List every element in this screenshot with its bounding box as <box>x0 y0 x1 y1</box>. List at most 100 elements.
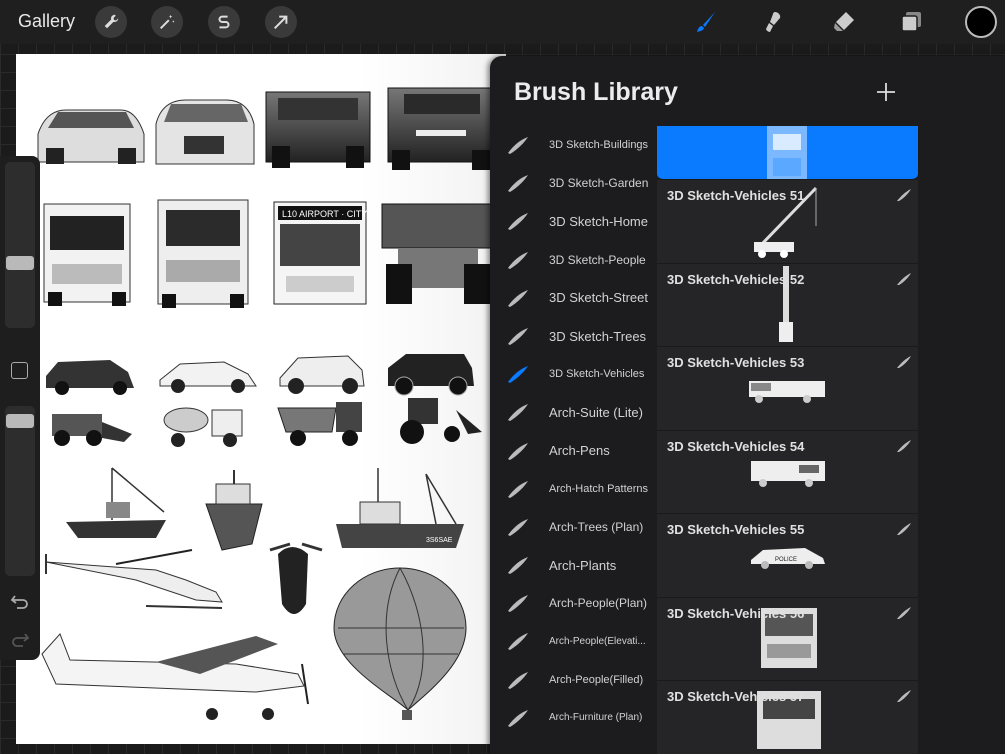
gallery-button[interactable]: Gallery <box>18 11 75 32</box>
sedan-front-sketch <box>155 99 255 165</box>
brush-set-label: Arch-Plants <box>549 557 617 573</box>
opacity-slider[interactable] <box>5 406 35 576</box>
truck-front-sketch-2 <box>157 199 249 308</box>
add-brush-button[interactable] <box>874 80 898 104</box>
brush-library-panel: Brush Library 3D Sketch-Buildings 3D Ske… <box>490 56 1005 754</box>
smudge-tool-button[interactable] <box>758 6 790 38</box>
patrol-boat-sketch <box>205 470 263 551</box>
brush-set-item-active[interactable]: 3D Sketch-Vehicles <box>490 355 658 393</box>
brush-set-item[interactable]: 3D Sketch-Home <box>490 202 658 240</box>
brush-stroke-icon <box>508 518 528 536</box>
brush-item[interactable]: 3D Sketch-Vehicles 56 <box>657 597 918 681</box>
transform-button[interactable] <box>265 6 297 38</box>
brush-set-label: 3D Sketch-Vehicles <box>549 368 645 381</box>
brush-set-label: Arch-Pens <box>549 443 610 459</box>
brush-stroke-icon <box>508 137 528 154</box>
brush-stroke-icon <box>508 480 528 498</box>
brush-set-label: Arch-Suite (Lite) <box>549 404 643 420</box>
layers-button[interactable] <box>896 6 928 38</box>
brush-name: 3D Sketch-Vehicles 54 <box>667 438 805 454</box>
brush-stroke-icon <box>897 189 911 201</box>
brush-item[interactable]: 3D Sketch-Vehicles 57 <box>657 681 918 754</box>
brush-set-label: 3D Sketch-Trees <box>549 328 647 344</box>
brush-stroke-icon <box>508 671 528 689</box>
brush-item[interactable]: 3D Sketch-Vehicles 53 <box>657 347 918 431</box>
brush-set-item[interactable]: Arch-Suite (Lite) <box>490 393 658 431</box>
brush-item-selected[interactable] <box>657 126 918 180</box>
brush-stroke-icon <box>897 606 911 619</box>
brush-tool-button[interactable] <box>690 6 722 38</box>
brush-size-thumb[interactable] <box>6 256 34 270</box>
brush-set-item[interactable]: Arch-People(Elevati... <box>490 622 658 660</box>
brush-set-label: 3D Sketch-Garden <box>549 176 649 191</box>
brush-set-item[interactable]: Arch-Trees (Plan) <box>490 508 658 546</box>
vehicle-sketches-artwork: L10 AIRPORT · CITY CENTER 3S6SAE <box>37 87 495 720</box>
layers-icon <box>901 12 921 32</box>
opacity-thumb[interactable] <box>6 414 34 428</box>
eraser-tool-button[interactable] <box>828 6 860 38</box>
brush-set-item[interactable]: 3D Sketch-Trees <box>490 317 658 355</box>
brush-stroke-icon <box>508 404 528 422</box>
eraser-icon <box>834 12 854 31</box>
brush-name: 3D Sketch-Vehicles 51 <box>667 188 805 203</box>
selection-s-icon <box>218 15 230 29</box>
brush-set-item[interactable]: 3D Sketch-Garden <box>490 164 658 202</box>
brush-set-item[interactable]: Arch-Hatch Patterns <box>490 470 658 508</box>
brush-stroke-icon <box>897 523 911 535</box>
brush-set-item[interactable]: Arch-Plants <box>490 546 658 584</box>
brush-stroke-icon <box>508 595 528 613</box>
limousine-side-sketch <box>46 360 134 395</box>
adjustments-button[interactable] <box>151 6 183 38</box>
brush-set-item[interactable]: Arch-Pens <box>490 432 658 470</box>
wrench-icon <box>104 14 119 29</box>
redo-icon[interactable] <box>9 628 31 650</box>
hummer-side-sketch <box>388 354 474 396</box>
actions-button[interactable] <box>95 6 127 38</box>
top-toolbar: Gallery <box>0 0 1005 44</box>
brush-icon <box>697 12 715 32</box>
brush-item[interactable]: 3D Sketch-Vehicles 51 <box>657 180 918 264</box>
brush-set-item[interactable]: Arch-People(Filled) <box>490 661 658 699</box>
humvee-sketch <box>265 91 371 168</box>
brush-stroke-preview <box>767 126 807 179</box>
brush-stroke-icon <box>897 439 911 452</box>
color-picker-button[interactable] <box>965 6 997 38</box>
concrete-mixer-sketch <box>163 407 243 447</box>
police-label: POLICE <box>775 557 797 563</box>
modify-square-icon[interactable] <box>11 362 28 379</box>
brush-stroke-icon <box>897 690 911 702</box>
brush-set-item[interactable]: 3D Sketch-Street <box>490 279 658 317</box>
brush-set-item[interactable]: Arch-Furniture (Plan) <box>490 699 658 737</box>
truck-front-sketch-1 <box>43 203 131 306</box>
selection-button[interactable] <box>208 6 240 38</box>
brush-set-label: Arch-Hatch Patterns <box>549 482 649 495</box>
smudge-icon <box>766 12 781 32</box>
brush-set-list: 3D Sketch-Buildings 3D Sketch-Garden 3D … <box>490 126 658 737</box>
brush-size-slider[interactable] <box>5 162 35 328</box>
brush-set-item[interactable]: 3D Sketch-People <box>490 241 658 279</box>
brush-set-item[interactable]: Arch-People(Plan) <box>490 584 658 622</box>
fire-engine-preview <box>749 381 825 403</box>
helicopter-sketch <box>45 549 223 609</box>
fishing-boat-sketch-1 <box>66 467 166 538</box>
brush-list: 3D Sketch-Vehicles 51 3D Sketch-Vehicles… <box>657 126 918 754</box>
brush-set-label: 3D Sketch-Buildings <box>549 139 649 152</box>
brush-stroke-icon <box>508 251 528 269</box>
undo-icon[interactable] <box>9 590 31 612</box>
brush-set-label: Arch-People(Elevati... <box>549 636 646 648</box>
brush-set-label: 3D Sketch-People <box>549 252 646 267</box>
brush-stroke-icon <box>508 633 528 651</box>
brush-set-item[interactable]: 3D Sketch-Buildings <box>490 126 658 164</box>
brush-stroke-icon <box>897 356 911 368</box>
brush-item[interactable]: 3D Sketch-Vehicles 55 POLICE <box>657 514 918 598</box>
brush-item[interactable]: 3D Sketch-Vehicles 54 <box>657 430 918 514</box>
sports-car-sketch <box>37 109 145 164</box>
brush-item[interactable]: 3D Sketch-Vehicles 52 <box>657 263 918 347</box>
brush-stroke-icon <box>508 175 528 193</box>
brush-name: 3D Sketch-Vehicles 56 <box>667 605 805 621</box>
transform-arrow-icon <box>273 15 288 30</box>
drawing-canvas[interactable]: L10 AIRPORT · CITY CENTER 3S6SAE <box>16 54 506 744</box>
brush-name: 3D Sketch-Vehicles 57 <box>667 689 805 704</box>
magic-wand-icon <box>159 14 175 30</box>
sedan-side-sketch <box>159 361 257 393</box>
